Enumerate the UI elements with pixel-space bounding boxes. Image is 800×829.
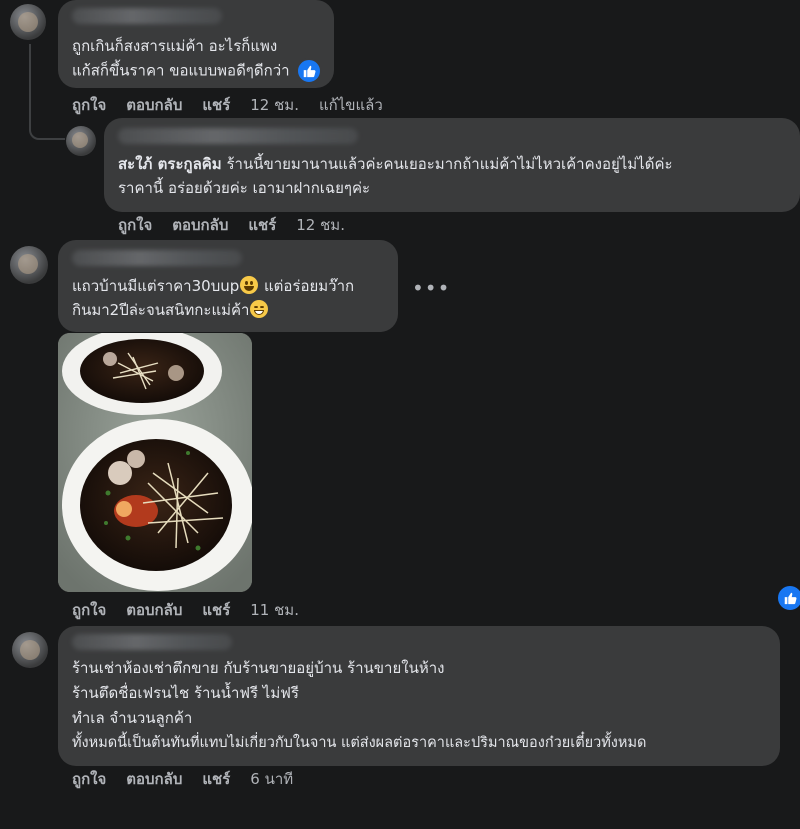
timestamp[interactable]: 6 นาที: [250, 768, 293, 790]
comment-bubble: ถูกเกินก็สงสารแม่ค้า อะไรก็แพง แก้สก็ขึ้…: [58, 0, 334, 88]
reply-button[interactable]: ตอบกลับ: [126, 94, 182, 116]
share-button[interactable]: แชร์: [202, 599, 230, 621]
comment-actions: ถูกใจ ตอบกลับ แชร์ 11 ชม.: [72, 599, 319, 621]
attached-photo[interactable]: [58, 333, 252, 592]
commenter-name-blurred[interactable]: [72, 634, 232, 650]
commenter-name-blurred[interactable]: [72, 8, 222, 24]
timestamp[interactable]: 11 ชม.: [250, 599, 299, 621]
laughing-emoji-icon: [250, 300, 269, 318]
avatar[interactable]: [10, 4, 46, 40]
timestamp[interactable]: 12 ชม.: [296, 214, 345, 236]
like-button[interactable]: ถูกใจ: [72, 768, 106, 790]
comment-bubble: แถวบ้านมีแต่ราคา30บup แต่อร่อยมว๊าก กินม…: [58, 240, 398, 332]
comment-actions: ถูกใจ ตอบกลับ แชร์ 12 ชม. แก้ไขแล้ว: [72, 94, 403, 116]
edited-label[interactable]: แก้ไขแล้ว: [319, 94, 383, 116]
comment-text: ร้านเช่าห้องเช่าตึกขาย กับร้านขายอยู่บ้า…: [72, 659, 445, 677]
like-button[interactable]: ถูกใจ: [118, 214, 152, 236]
more-options-button[interactable]: •••: [412, 276, 450, 300]
share-button[interactable]: แชร์: [248, 214, 276, 236]
like-reaction-icon[interactable]: [776, 584, 800, 612]
comment-text: ถูกเกินก็สงสารแม่ค้า อะไรก็แพง: [72, 37, 278, 55]
reply-bubble: สะใภ้ ตระกูลคิม ร้านนี้ขายมานานแล้วค่ะคน…: [104, 118, 800, 212]
timestamp[interactable]: 12 ชม.: [250, 94, 299, 116]
avatar[interactable]: [66, 126, 96, 156]
reply-button[interactable]: ตอบกลับ: [126, 599, 182, 621]
commenter-name-blurred[interactable]: [118, 128, 358, 144]
comment-text: แถวบ้านมีแต่ราคา30บup แต่อร่อยมว๊าก: [72, 276, 355, 295]
comment-text: แก้สก็ขึ้นราคา ขอแบบพอดีๆดีกว่า: [72, 58, 322, 84]
comment-actions: ถูกใจ ตอบกลับ แชร์ 6 นาที: [72, 768, 313, 790]
comment-bubble: ร้านเช่าห้องเช่าตึกขาย กับร้านขายอยู่บ้า…: [58, 626, 780, 766]
like-button[interactable]: ถูกใจ: [72, 94, 106, 116]
comment-text: สะใภ้ ตระกูลคิม ร้านนี้ขายมานานแล้วค่ะคน…: [118, 155, 673, 173]
comment-text: ทั้งหมดนี้เป็นต้นทันที่แทบไม่เกี่ยวกับใน…: [72, 735, 647, 751]
avatar[interactable]: [10, 246, 48, 284]
like-icon: [295, 58, 322, 84]
smile-emoji-icon: [240, 276, 259, 294]
avatar[interactable]: [12, 632, 48, 668]
like-button[interactable]: ถูกใจ: [72, 599, 106, 621]
mention-tag[interactable]: สะใภ้ ตระกูลคิม: [118, 155, 222, 173]
share-button[interactable]: แชร์: [202, 94, 230, 116]
comment-text: ราคานี้ อร่อยด้วยค่ะ เอามาฝากเฉยๆค่ะ: [118, 179, 371, 197]
reply-thread-line: [29, 44, 65, 140]
reply-button[interactable]: ตอบกลับ: [172, 214, 228, 236]
comment-text: กินมา2ปีล่ะจนสนิทกะแม่ค้า: [72, 298, 384, 322]
comment-text: ทำเล จำนวนลูกค้า: [72, 709, 193, 727]
share-button[interactable]: แชร์: [202, 768, 230, 790]
noodle-soup-photo: [58, 333, 252, 592]
commenter-name-blurred[interactable]: [72, 250, 242, 266]
comment-actions: ถูกใจ ตอบกลับ แชร์ 12 ชม.: [118, 214, 365, 236]
reply-button[interactable]: ตอบกลับ: [126, 768, 182, 790]
comment-text: ร้านตึดชื่อเฟรนไช ร้านน้ำฟรี ไม่ฟรี: [72, 684, 299, 702]
